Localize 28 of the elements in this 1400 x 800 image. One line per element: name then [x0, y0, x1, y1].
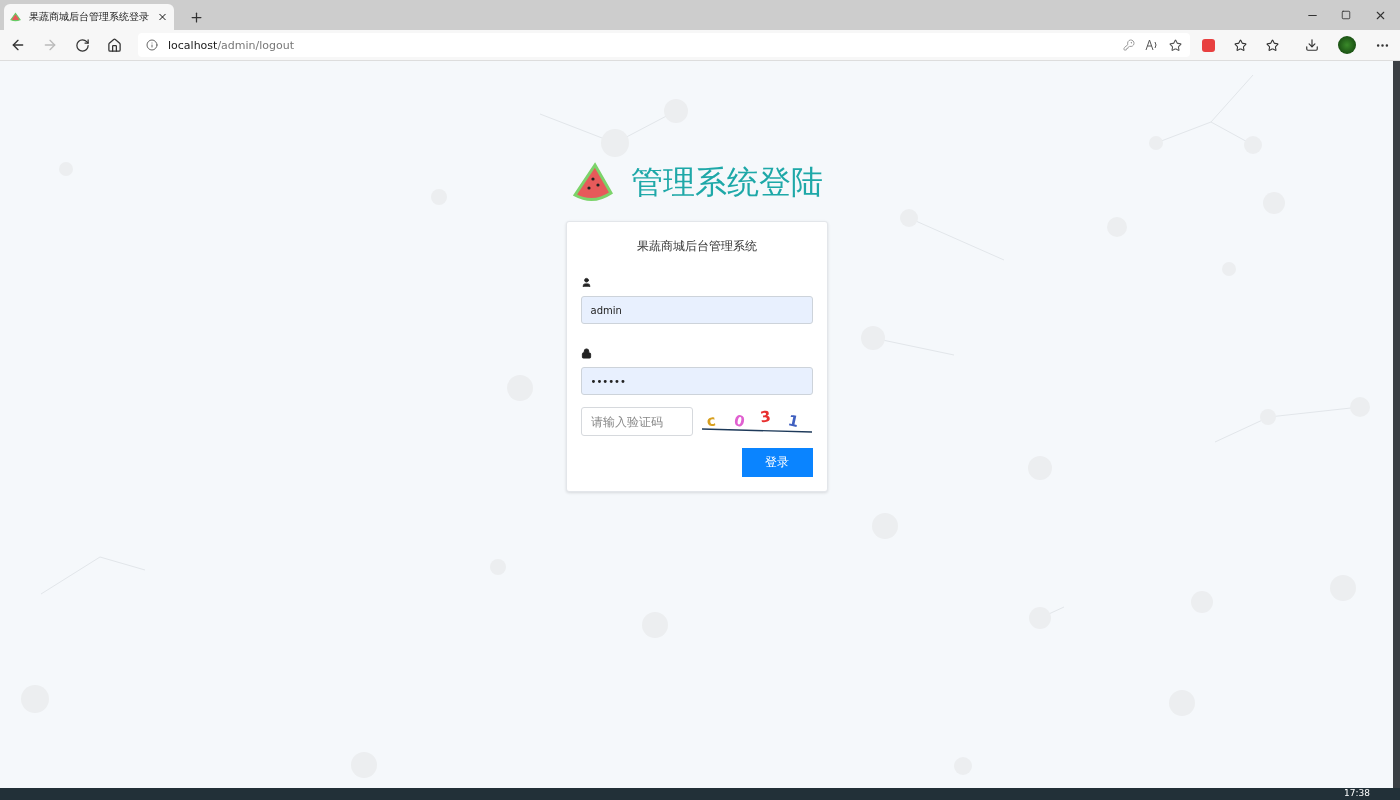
watermelon-icon [10, 12, 21, 22]
username-field[interactable]: admin [580, 296, 813, 324]
url-text: localhost/admin/logout [168, 38, 295, 52]
login-button[interactable]: 登录 [741, 448, 813, 477]
maximize-icon[interactable] [1341, 10, 1351, 20]
close-icon[interactable] [157, 11, 168, 23]
back-icon[interactable] [10, 37, 26, 53]
read-aloud-icon[interactable] [1145, 39, 1159, 51]
tab-title: 果蔬商城后台管理系统登录 [29, 10, 149, 24]
captcha-image[interactable]: c 0 3 1 [700, 409, 813, 434]
star-icon[interactable] [1233, 38, 1247, 52]
info-icon[interactable] [146, 39, 158, 51]
system-subtitle: 果蔬商城后台管理系统 [635, 238, 758, 255]
address-bar[interactable]: localhost/admin/logout [138, 33, 1190, 57]
star-icon[interactable] [1169, 38, 1182, 52]
home-icon[interactable] [106, 37, 122, 53]
profile-avatar[interactable] [1338, 36, 1356, 54]
browser-tab[interactable]: 果蔬商城后台管理系统登录 [4, 4, 174, 30]
star-icon[interactable] [1265, 38, 1279, 52]
captcha-field[interactable]: 请输入验证码 [580, 407, 693, 436]
clock-text: 17:38 [1344, 788, 1370, 799]
page-title: 管理系统登陆 [630, 162, 823, 203]
reload-icon[interactable] [74, 37, 90, 53]
download-icon[interactable] [1305, 38, 1319, 52]
password-field[interactable]: •••••• [580, 367, 813, 395]
plus-icon[interactable] [188, 9, 204, 25]
lock-icon [580, 348, 592, 359]
user-icon [580, 277, 592, 288]
